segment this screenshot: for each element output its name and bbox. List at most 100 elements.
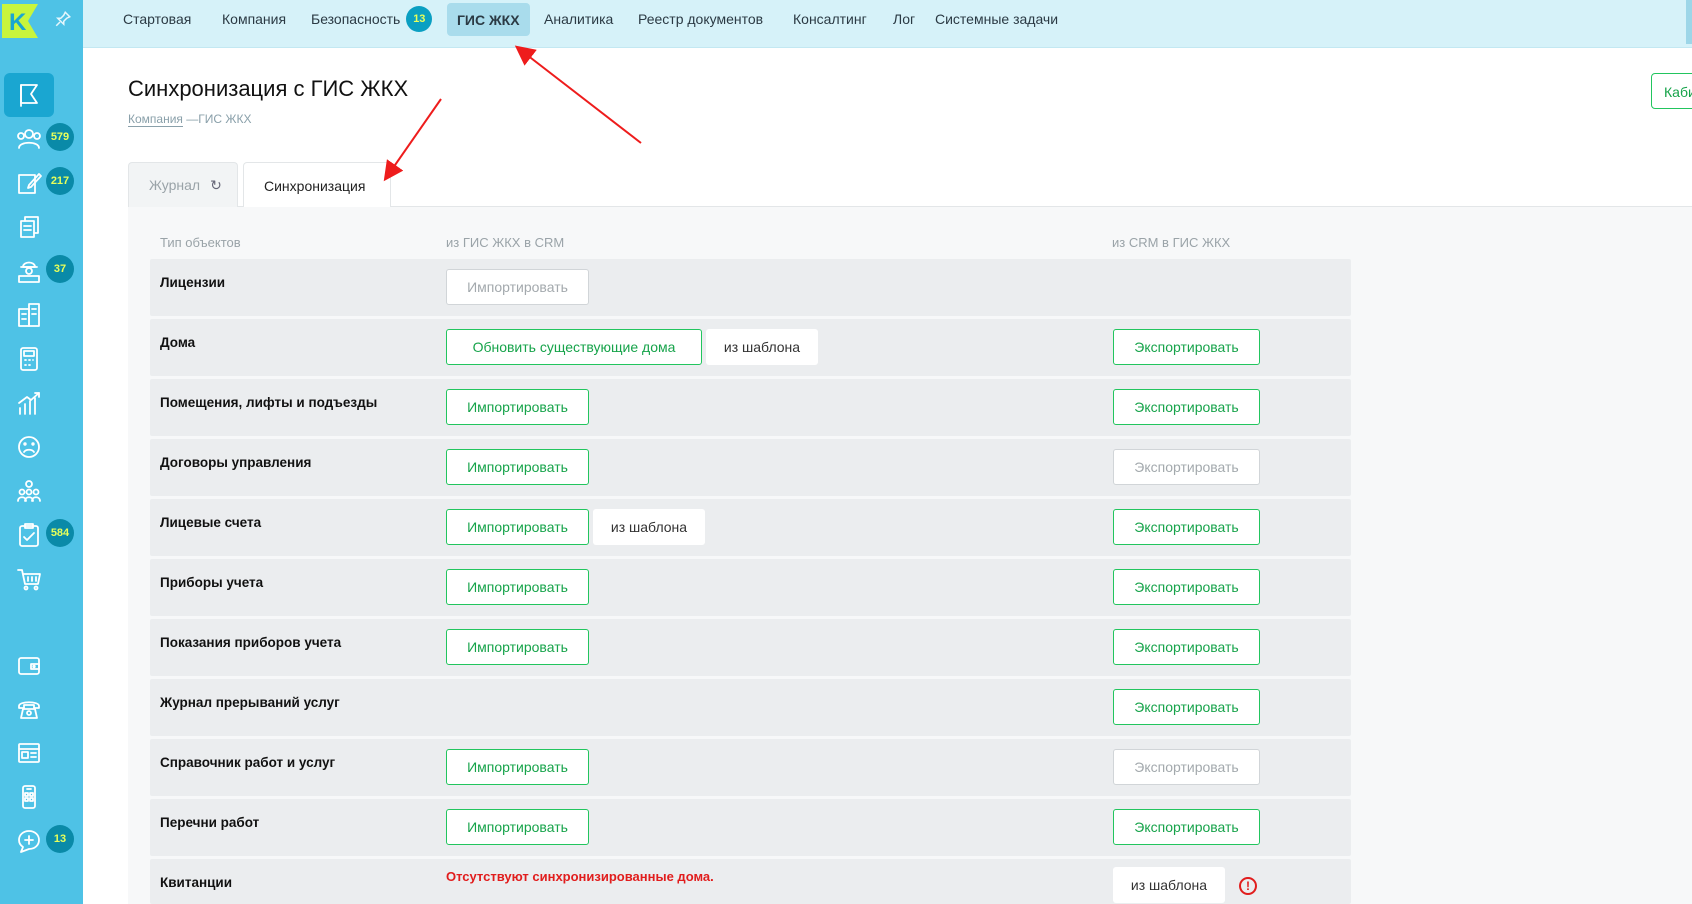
chat-badge: 13 (46, 825, 74, 853)
export-button[interactable]: Экспортировать (1113, 449, 1260, 485)
export-button[interactable]: Экспортировать (1113, 749, 1260, 785)
sidebar-item-calculator[interactable] (4, 337, 54, 381)
nav-item-consulting[interactable]: Консалтинг (783, 0, 877, 38)
logo-letter: K (9, 9, 27, 36)
table-row: Перечни работ Импортировать Экспортирова… (150, 799, 1351, 856)
import-button[interactable]: Импортировать (446, 629, 589, 665)
scroll-edge (1686, 0, 1692, 44)
worker-icon (18, 261, 40, 283)
import-button[interactable]: Импортировать (446, 449, 589, 485)
row-label: Договоры управления (160, 455, 312, 470)
row-label: Дома (160, 335, 196, 350)
sidebar-item-documents[interactable] (4, 205, 54, 249)
nav-item-security[interactable]: Безопасность 13 (301, 0, 442, 38)
from-template-button[interactable]: из шаблона (706, 329, 818, 365)
export-button[interactable]: Экспортировать (1113, 509, 1260, 545)
row-label: Перечни работ (160, 815, 260, 830)
chat-plus-icon (18, 830, 40, 853)
row-label: Лицензии (160, 275, 226, 290)
nav-item-documents-registry[interactable]: Реестр документов (628, 0, 773, 38)
nav-item-analytics[interactable]: Аналитика (534, 0, 623, 38)
row-label: Приборы учета (160, 575, 264, 590)
nav-item-system-tasks[interactable]: Системные задачи (925, 0, 1068, 38)
row-label: Квитанции (160, 875, 233, 890)
security-badge: 13 (406, 6, 433, 32)
table-row: Журнал прерываний услуг Экспортировать (150, 679, 1351, 736)
nav-label: ГИС ЖКХ (457, 11, 520, 28)
sidebar-item-analytics[interactable] (4, 381, 54, 425)
import-button[interactable]: Импортировать (446, 569, 589, 605)
pin-icon[interactable] (54, 10, 72, 28)
export-button[interactable]: Экспортировать (1113, 809, 1260, 845)
nav-item-gis-zhkh[interactable]: ГИС ЖКХ (447, 3, 530, 36)
row-label: Журнал прерываний услуг (160, 695, 340, 710)
breadcrumb-link-company[interactable]: Компания (128, 112, 183, 127)
nav-item-company[interactable]: Компания (212, 0, 296, 38)
sidebar-item-building[interactable] (4, 293, 54, 337)
sidebar-item-dashboard[interactable] (4, 731, 54, 775)
table-row: Помещения, лифты и подъезды Импортироват… (150, 379, 1351, 436)
export-button[interactable]: Экспортировать (1113, 569, 1260, 605)
table-row: Квитанции Отсутствуют синхронизированные… (150, 859, 1351, 904)
row-label: Показания приборов учета (160, 635, 342, 650)
tab-sync[interactable]: Синхронизация (243, 162, 391, 208)
nav-item-log[interactable]: Лог (883, 0, 925, 38)
group-icon (17, 480, 41, 502)
sidebar-item-shop[interactable] (4, 557, 54, 601)
users-icon (17, 129, 41, 149)
nav-item-start[interactable]: Стартовая (113, 0, 201, 38)
table-row: Лицевые счета Импортировать из шаблона Э… (150, 499, 1351, 556)
nav-label: Компания (222, 11, 287, 27)
sidebar-item-complaints[interactable] (4, 425, 54, 469)
sidebar-item-wallet[interactable] (4, 643, 54, 687)
nav-label: Лог (893, 11, 916, 27)
tab-journal[interactable]: Журнал ↻ (128, 162, 238, 207)
documents-icon (20, 216, 39, 238)
sidebar-item-group[interactable] (4, 469, 54, 513)
from-template-button[interactable]: из шаблона (1113, 867, 1225, 903)
import-button[interactable]: Импортировать (446, 509, 589, 545)
from-template-button[interactable]: из шаблона (593, 509, 705, 545)
export-button[interactable]: Экспортировать (1113, 329, 1260, 365)
header-to-gis: из CRM в ГИС ЖКХ (1112, 235, 1231, 250)
page-title: Синхронизация с ГИС ЖКХ (128, 76, 409, 101)
row-label: Лицевые счета (160, 515, 262, 530)
import-button[interactable]: Импортировать (446, 749, 589, 785)
export-button[interactable]: Экспортировать (1113, 629, 1260, 665)
building-icon (18, 303, 40, 327)
sidebar-item-phone[interactable] (4, 687, 54, 731)
dashboard-icon (18, 743, 40, 763)
nav-label: Безопасность (311, 11, 401, 27)
worker-badge: 37 (46, 255, 74, 283)
sad-face-icon (18, 436, 40, 458)
users-badge: 579 (46, 123, 74, 151)
import-button[interactable]: Импортировать (446, 809, 589, 845)
phone-icon (18, 701, 40, 719)
update-houses-button[interactable]: Обновить существующие дома (446, 329, 702, 365)
tab-label: Синхронизация (264, 177, 366, 194)
logo-icon[interactable]: K (0, 2, 40, 40)
table-row: Показания приборов учета Импортировать Э… (150, 619, 1351, 676)
checklist-icon (19, 523, 39, 547)
table-row: Лицензии Импортировать (150, 259, 1351, 316)
calculator-icon (20, 347, 38, 371)
row-label: Помещения, лифты и подъезды (160, 395, 378, 410)
sidebar-item-home[interactable] (4, 73, 54, 117)
cabinet-button[interactable]: Каби (1651, 73, 1692, 109)
sidebar: K 579 217 37 584 13 (0, 0, 83, 904)
chart-icon (18, 392, 40, 415)
export-button[interactable]: Экспортировать (1113, 689, 1260, 725)
nav-label: Аналитика (544, 11, 614, 27)
tab-label: Журнал (149, 177, 201, 193)
breadcrumb-current: ГИС ЖКХ (198, 112, 252, 126)
sidebar-item-mobile[interactable] (4, 775, 54, 819)
import-button[interactable]: Импортировать (446, 389, 589, 425)
row-label: Справочник работ и услуг (160, 755, 336, 770)
refresh-icon[interactable]: ↻ (210, 177, 222, 194)
export-button[interactable]: Экспортировать (1113, 389, 1260, 425)
import-button[interactable]: Импортировать (446, 269, 589, 305)
error-icon[interactable]: ! (1239, 877, 1257, 895)
header-object-type: Тип объектов (160, 235, 241, 250)
table-row: Дома Обновить существующие дома из шабло… (150, 319, 1351, 376)
warning-message: Отсутствуют синхронизированные дома. (446, 869, 714, 884)
